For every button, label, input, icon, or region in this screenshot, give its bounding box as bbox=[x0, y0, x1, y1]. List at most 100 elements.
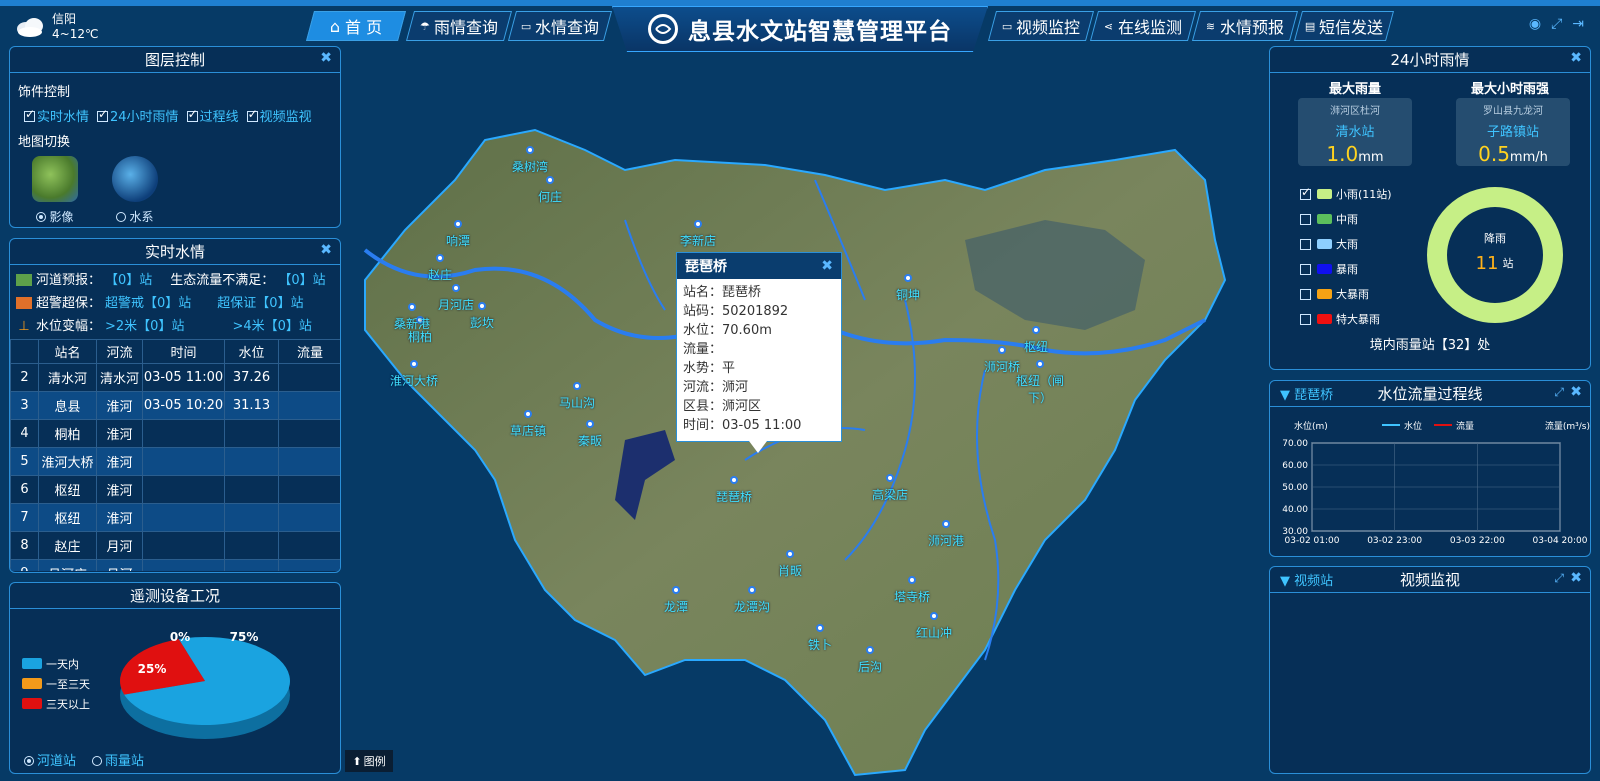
close-icon[interactable]: ✖ bbox=[1570, 384, 1582, 400]
station-marker-icon[interactable] bbox=[452, 284, 460, 292]
map-station-label[interactable]: 铁卜 bbox=[790, 636, 850, 653]
station-marker-icon[interactable] bbox=[454, 220, 462, 228]
station-marker-icon[interactable] bbox=[908, 576, 916, 584]
map-station-label[interactable]: 草店镇 bbox=[498, 422, 558, 439]
nav-water-query[interactable]: ▭ 水情查询 bbox=[507, 11, 613, 41]
radio-rain-station[interactable]: 雨量站 bbox=[92, 750, 144, 769]
station-marker-icon[interactable] bbox=[546, 176, 554, 184]
map-station-label[interactable]: 淮河大桥 bbox=[384, 372, 444, 389]
table-header[interactable] bbox=[10, 339, 39, 364]
rain-level-item[interactable]: 小雨(11站) bbox=[1300, 185, 1392, 202]
station-marker-icon[interactable] bbox=[998, 346, 1006, 354]
station-marker-icon[interactable] bbox=[436, 254, 444, 262]
table-row[interactable]: 2 清水河 清水河 03-05 11:00 37.26 bbox=[10, 363, 340, 392]
map-station-label[interactable]: 高梁店 bbox=[860, 486, 920, 503]
rain-level-item[interactable]: 中雨 bbox=[1300, 211, 1358, 227]
close-icon[interactable]: ✖ bbox=[320, 242, 332, 258]
map-station-label[interactable]: 塔寺桥 bbox=[882, 588, 942, 605]
radio-river-station[interactable]: 河道站 bbox=[24, 750, 76, 769]
map-station-label[interactable]: 浉河港 bbox=[916, 532, 976, 549]
nav-sms[interactable]: ▤ 短信发送 bbox=[1293, 11, 1395, 41]
map-legend-button[interactable]: ⬆ 图例 bbox=[345, 750, 393, 772]
alarm-guard-count[interactable]: 超保证【0】站 bbox=[217, 292, 303, 315]
logout-icon[interactable]: ⇥ bbox=[1572, 16, 1584, 32]
station-marker-icon[interactable] bbox=[573, 382, 581, 390]
close-icon[interactable]: ✖ bbox=[320, 50, 332, 66]
table-header[interactable]: 流量 bbox=[278, 339, 340, 364]
map-station-label[interactable]: 秦畈 bbox=[560, 432, 620, 449]
station-marker-icon[interactable] bbox=[672, 586, 680, 594]
table-header[interactable]: 时间 bbox=[142, 339, 225, 364]
map-station-label[interactable]: 浉河桥 bbox=[972, 358, 1032, 375]
station-marker-icon[interactable] bbox=[1036, 360, 1044, 368]
nav-forecast[interactable]: ≋ 水情预报 bbox=[1191, 11, 1299, 41]
map-station-label[interactable]: 红山冲 bbox=[904, 624, 964, 641]
nav-rain-query[interactable]: ☂ 雨情查询 bbox=[405, 11, 513, 41]
table-row[interactable]: 6 枢纽 淮河 bbox=[10, 475, 340, 504]
station-marker-icon[interactable] bbox=[748, 586, 756, 594]
station-marker-icon[interactable] bbox=[1032, 326, 1040, 334]
table-row[interactable]: 4 桐柏 淮河 bbox=[10, 419, 340, 448]
alarm-warn-count[interactable]: 超警戒【0】站 bbox=[105, 292, 191, 315]
table-header[interactable]: 水位 bbox=[224, 339, 279, 364]
close-icon[interactable]: ✖ bbox=[821, 258, 833, 274]
widget-toggle-video[interactable]: 视频监视 bbox=[246, 106, 312, 125]
station-marker-icon[interactable] bbox=[694, 220, 702, 228]
station-marker-icon[interactable] bbox=[786, 550, 794, 558]
water-table-wrap[interactable]: 站名 河流 时间 水位 流量 2 清水河 清水河 03-05 11:00 37.26 3 息… bbox=[10, 339, 340, 571]
close-icon[interactable]: ✖ bbox=[1570, 570, 1582, 586]
station-marker-icon[interactable] bbox=[586, 420, 594, 428]
station-marker-icon[interactable] bbox=[904, 274, 912, 282]
fullscreen-icon[interactable]: ⤢ bbox=[1551, 16, 1562, 32]
station-marker-icon[interactable] bbox=[886, 474, 894, 482]
map-canvas[interactable] bbox=[345, 120, 1255, 780]
map-station-label[interactable]: 后沟 bbox=[840, 658, 900, 675]
map-station-label[interactable]: 彭坎 bbox=[452, 314, 512, 331]
map-station-label[interactable]: 何庄 bbox=[520, 188, 580, 205]
station-marker-icon[interactable] bbox=[408, 303, 416, 311]
map-station-label[interactable]: 琵琶桥 bbox=[704, 488, 764, 505]
map-station-label[interactable]: 龙潭 bbox=[646, 598, 706, 615]
rain-level-item[interactable]: 大暴雨 bbox=[1300, 286, 1369, 302]
station-marker-icon[interactable] bbox=[930, 612, 938, 620]
eco-count[interactable]: 【0】站 bbox=[278, 269, 325, 292]
map-station-label[interactable]: 赵庄 bbox=[410, 266, 470, 283]
widget-toggle-rain24[interactable]: 24小时雨情 bbox=[97, 106, 179, 125]
legend-item[interactable]: 三天以上 bbox=[22, 695, 90, 715]
station-marker-icon[interactable] bbox=[478, 302, 486, 310]
nav-online[interactable]: ⋖ 在线监测 bbox=[1089, 11, 1197, 41]
max-hour-card[interactable]: 罗山县九龙河 子路镇站 0.5mm/h bbox=[1456, 98, 1570, 166]
legend-item[interactable]: 一天内 bbox=[22, 655, 90, 675]
legend-item[interactable]: 一至三天 bbox=[22, 675, 90, 695]
table-row[interactable]: 5 淮河大桥 淮河 bbox=[10, 447, 340, 476]
map-station-label[interactable]: 铜坤 bbox=[878, 286, 938, 303]
table-header[interactable]: 河流 bbox=[96, 339, 143, 364]
table-row[interactable]: 3 息县 淮河 03-05 10:20 31.13 bbox=[10, 391, 340, 420]
close-icon[interactable]: ✖ bbox=[1570, 50, 1582, 66]
rain-level-item[interactable]: 特大暴雨 bbox=[1300, 311, 1380, 327]
forecast-count[interactable]: 【0】站 bbox=[105, 269, 152, 292]
station-marker-icon[interactable] bbox=[866, 646, 874, 654]
station-marker-icon[interactable] bbox=[526, 146, 534, 154]
map-station-label[interactable]: 桑树湾 bbox=[500, 158, 560, 175]
table-row[interactable]: 7 枢纽 淮河 bbox=[10, 503, 340, 532]
map-station-label[interactable]: 枢纽（闸下） bbox=[1010, 372, 1070, 406]
map-station-label[interactable]: 肖畈 bbox=[760, 562, 820, 579]
video-station[interactable]: ▼ 视频站 bbox=[1280, 570, 1333, 589]
map-option-water[interactable]: 水系 bbox=[112, 156, 158, 225]
station-marker-icon[interactable] bbox=[524, 410, 532, 418]
map-station-label[interactable]: 龙潭沟 bbox=[722, 598, 782, 615]
map-station-label[interactable]: 响潭 bbox=[428, 232, 488, 249]
expand-icon[interactable]: ⤢ bbox=[1554, 385, 1564, 400]
station-marker-icon[interactable] bbox=[730, 476, 738, 484]
change-2m-count[interactable]: >2米【0】站 bbox=[105, 315, 184, 338]
map-station-label[interactable]: 桑新港 bbox=[382, 315, 442, 332]
station-marker-icon[interactable] bbox=[816, 624, 824, 632]
table-row[interactable]: 9月河店月河 bbox=[10, 559, 340, 571]
user-icon[interactable]: ◉ bbox=[1529, 16, 1541, 32]
table-header[interactable]: 站名 bbox=[38, 339, 97, 364]
rain-level-item[interactable]: 暴雨 bbox=[1300, 261, 1358, 277]
max-rain-card[interactable]: 浉河区杜河 清水站 1.0mm bbox=[1298, 98, 1412, 166]
process-station[interactable]: ▼ 琵琶桥 bbox=[1280, 384, 1333, 403]
station-marker-icon[interactable] bbox=[410, 360, 418, 368]
